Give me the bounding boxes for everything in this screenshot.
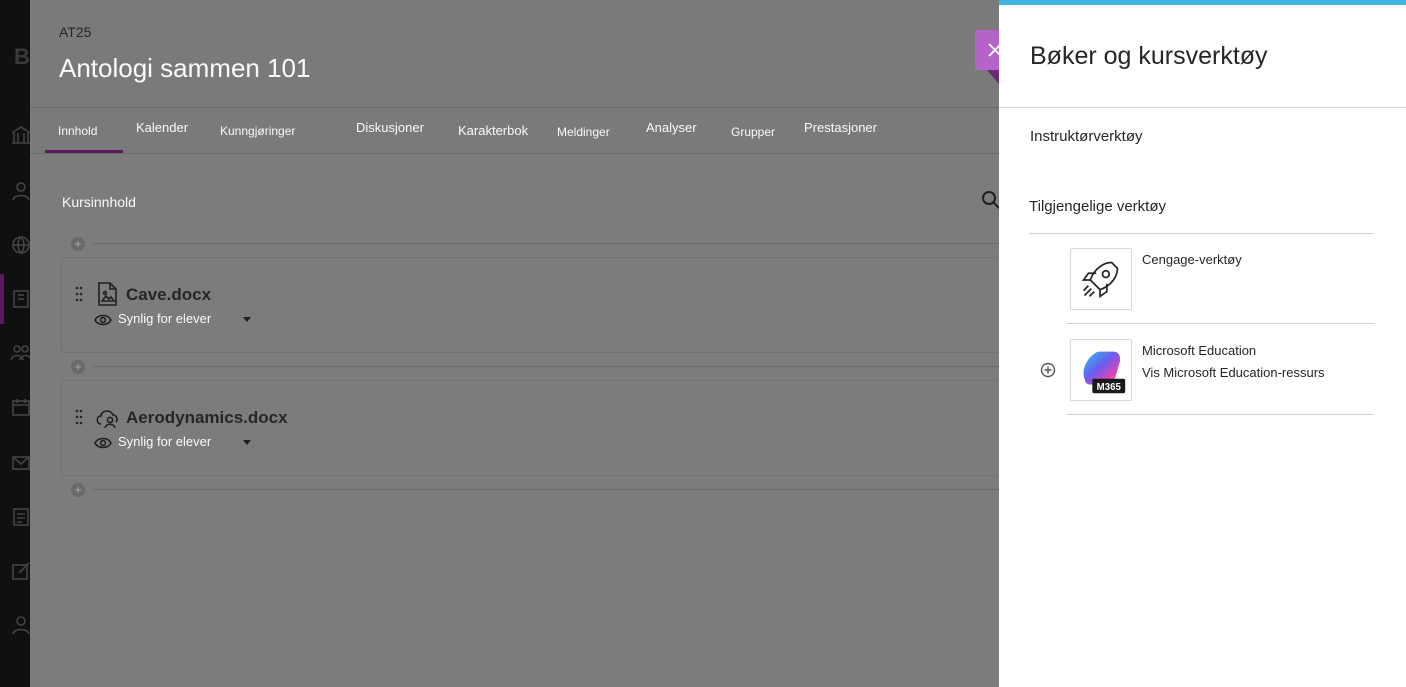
panel-accent-bar (999, 0, 1406, 5)
drag-handle-icon[interactable] (75, 409, 83, 425)
m365-badge: M365 (1097, 382, 1122, 393)
profile-icon[interactable] (10, 180, 30, 201)
tool-description[interactable]: Vis Microsoft Education-ressurs (1142, 365, 1325, 380)
search-icon[interactable] (981, 190, 999, 210)
tabs-divider (30, 107, 999, 108)
courses-icon[interactable] (10, 288, 30, 308)
tool-item-cengage[interactable]: Cengage-verktøy (1067, 233, 1374, 324)
tab-prestasjoner[interactable]: Prestasjoner (804, 120, 877, 135)
tab-kalender[interactable]: Kalender (136, 120, 188, 135)
add-circle-icon[interactable] (1040, 362, 1056, 378)
section-title: Kursinnhold (62, 194, 136, 210)
eye-icon (94, 436, 112, 450)
books-tools-panel: Bøker og kursverktøy Instruktørverktøy T… (999, 0, 1406, 687)
add-content-row[interactable]: + (71, 483, 999, 497)
chevron-down-icon[interactable] (243, 440, 251, 445)
groups-icon[interactable] (10, 342, 32, 362)
add-content-line (93, 489, 999, 490)
calendar-icon[interactable] (10, 396, 30, 416)
add-content-icon[interactable]: + (71, 237, 85, 251)
tab-kunngjoringer[interactable]: Kunngjøringer (220, 124, 295, 138)
app-logo: B (14, 44, 30, 69)
drag-handle-icon[interactable] (75, 286, 83, 302)
tab-diskusjoner[interactable]: Diskusjoner (356, 120, 424, 135)
close-button-fold (987, 70, 999, 84)
instructor-tools-heading[interactable]: Instruktørverktøy (1030, 128, 1143, 145)
visibility-label[interactable]: Synlig for elever (118, 311, 211, 326)
content-item[interactable]: Cave.docx Synlig for elever (61, 257, 999, 353)
course-title: Antologi sammen 101 (59, 53, 311, 83)
available-tools-heading: Tilgjengelige verktøy (1029, 198, 1166, 215)
eye-icon (94, 313, 112, 327)
tab-analyser[interactable]: Analyser (646, 120, 697, 135)
add-content-icon[interactable]: + (71, 360, 85, 374)
rocket-icon (1070, 248, 1132, 310)
add-content-line (93, 366, 999, 367)
tab-innhold[interactable]: Innhold (58, 124, 97, 138)
course-header: AT25 Antologi sammen 101 Innhold Kalende… (30, 0, 999, 154)
grades-icon[interactable] (10, 506, 30, 526)
user-icon[interactable] (10, 614, 30, 635)
tab-meldinger[interactable]: Meldinger (557, 125, 610, 139)
m365-icon: M365 (1070, 339, 1132, 401)
app-nav-rail: B (0, 0, 32, 687)
active-nav-indicator (0, 274, 4, 324)
active-tab-indicator (45, 150, 123, 153)
content-item-title[interactable]: Aerodynamics.docx (126, 408, 288, 428)
add-content-icon[interactable]: + (71, 483, 85, 497)
course-code: AT25 (59, 24, 92, 40)
add-content-row[interactable]: + (71, 360, 999, 374)
messages-icon[interactable] (10, 452, 30, 472)
panel-divider (999, 107, 1406, 108)
chevron-down-icon[interactable] (243, 317, 251, 322)
visibility-label[interactable]: Synlig for elever (118, 434, 211, 449)
course-view: AT25 Antologi sammen 101 Innhold Kalende… (30, 0, 999, 687)
tool-name[interactable]: Microsoft Education (1142, 343, 1256, 358)
institution-icon[interactable] (10, 124, 31, 144)
content-item[interactable]: Aerodynamics.docx Synlig for elever (61, 380, 999, 476)
document-image-icon (95, 281, 119, 307)
content-item-title[interactable]: Cave.docx (126, 285, 211, 305)
add-content-line (93, 243, 999, 244)
panel-title: Bøker og kursverktøy (1030, 42, 1268, 70)
tool-name[interactable]: Cengage-verktøy (1142, 252, 1242, 267)
tab-karakterbok[interactable]: Karakterbok (458, 123, 528, 138)
tool-item-microsoft-education[interactable]: M365 Microsoft Education Vis Microsoft E… (1067, 324, 1374, 415)
add-content-row[interactable]: + (71, 237, 999, 251)
tab-grupper[interactable]: Grupper (731, 125, 775, 139)
globe-icon[interactable] (10, 234, 30, 255)
tools-icon[interactable] (10, 560, 30, 580)
cloud-person-icon (95, 404, 119, 430)
